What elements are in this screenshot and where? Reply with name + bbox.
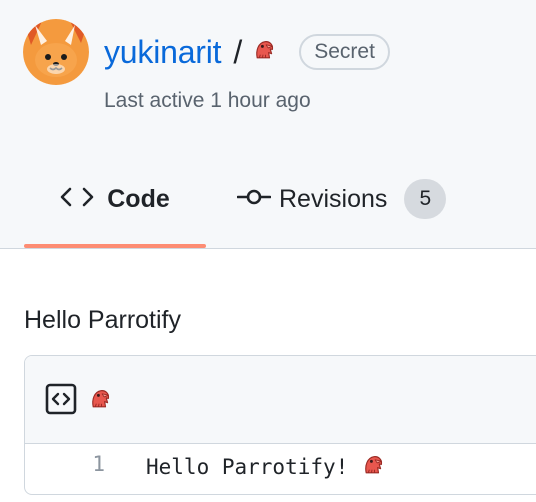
selected-tab-indicator bbox=[24, 244, 206, 248]
parrot-emoji-icon[interactable] bbox=[88, 386, 113, 416]
git-commit-icon bbox=[236, 186, 272, 213]
line-number[interactable]: 1 bbox=[85, 452, 105, 476]
file-header bbox=[25, 356, 536, 444]
file-code-icon bbox=[45, 383, 77, 420]
line-code-text: Hello Parrotify! bbox=[146, 455, 349, 479]
revisions-count-badge: 5 bbox=[404, 179, 447, 219]
secret-badge: Secret bbox=[299, 34, 390, 70]
tab-code-label: Code bbox=[107, 184, 170, 213]
tab-revisions[interactable]: Revisions 5 bbox=[236, 170, 447, 228]
tab-revisions-label: Revisions bbox=[279, 184, 388, 213]
avatar[interactable] bbox=[23, 19, 89, 85]
title-separator: / bbox=[233, 33, 243, 70]
tab-code[interactable]: Code bbox=[24, 170, 206, 228]
code-icon bbox=[60, 186, 94, 213]
parrot-emoji-icon bbox=[361, 452, 386, 482]
gist-description: Hello Parrotify bbox=[24, 306, 181, 334]
file-box: 1 Hello Parrotify! bbox=[24, 355, 536, 495]
owner-link[interactable]: yukinarit bbox=[104, 34, 222, 71]
parrot-emoji-icon[interactable] bbox=[252, 37, 277, 67]
last-active-text: Last active 1 hour ago bbox=[104, 89, 311, 112]
code-line: 1 Hello Parrotify! bbox=[25, 444, 536, 488]
line-code: Hello Parrotify! bbox=[146, 452, 386, 482]
gist-title: yukinarit / Secret bbox=[104, 30, 390, 74]
